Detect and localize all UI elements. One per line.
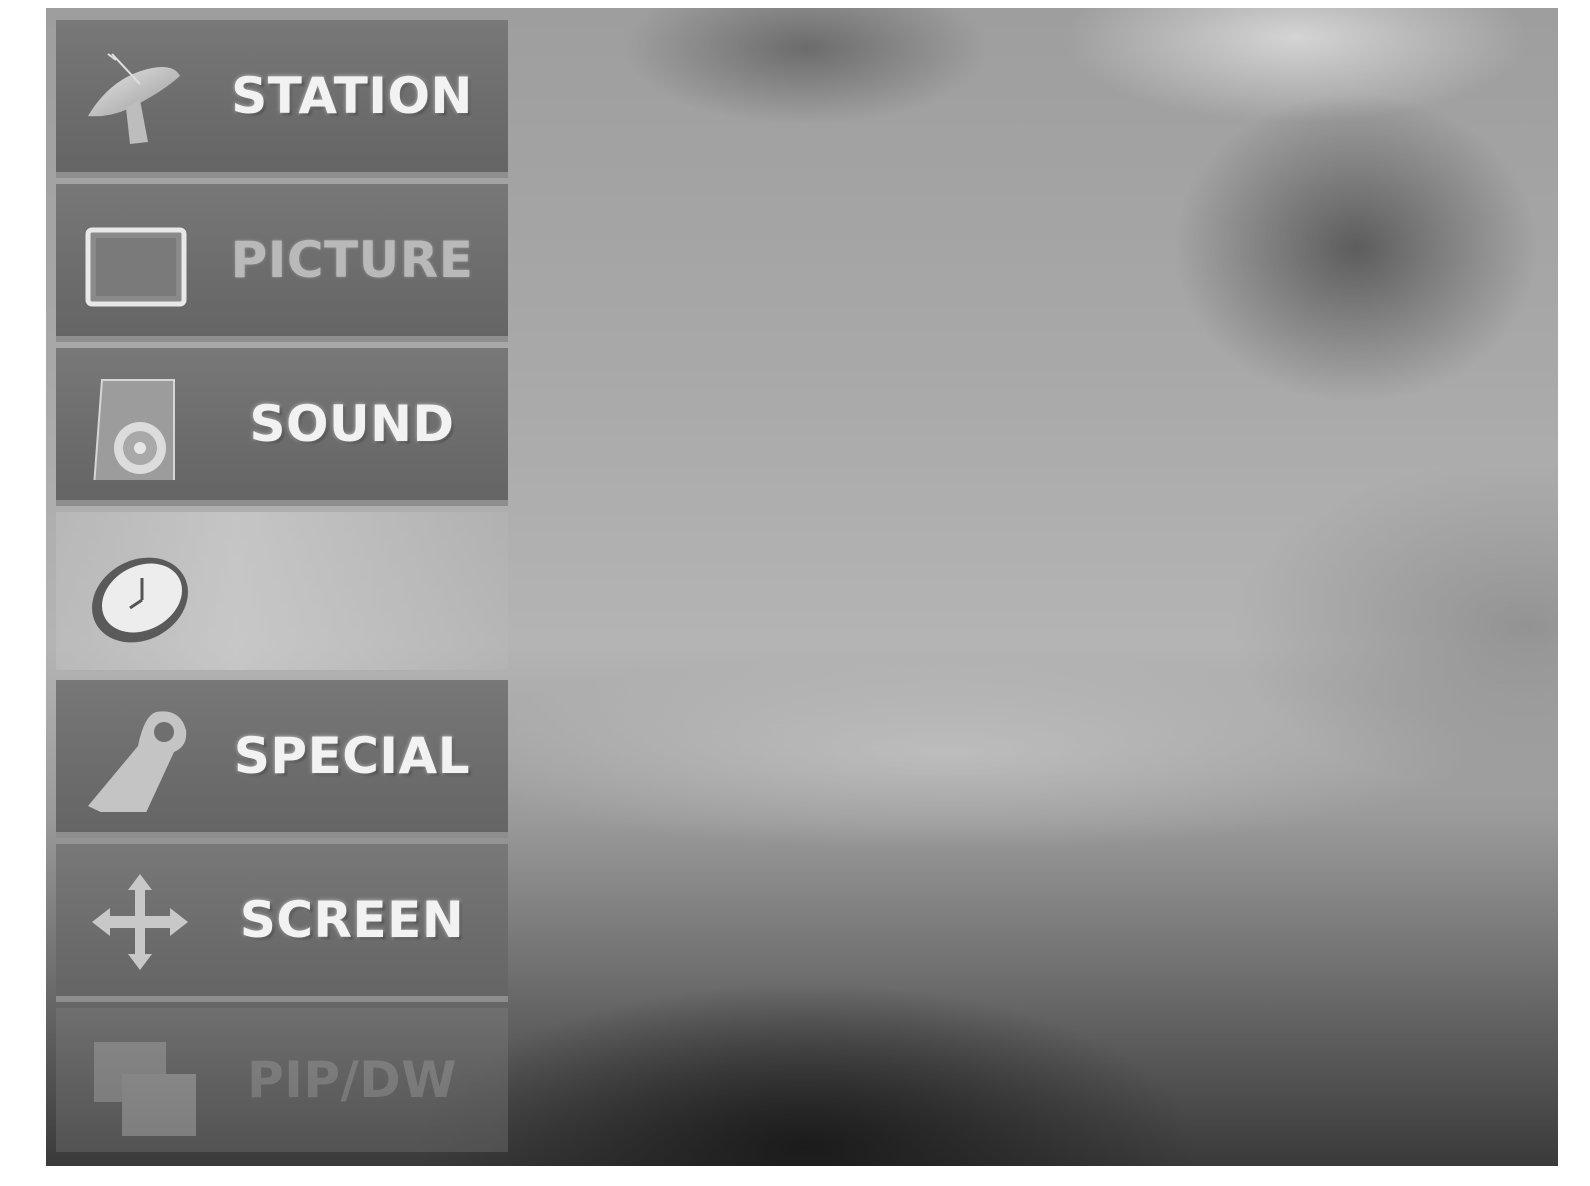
clock-icon	[82, 548, 198, 654]
menu-item-label: SPECIAL	[233, 727, 471, 785]
menu-item-label: SCREEN	[239, 891, 465, 949]
menu-item-pip-dw[interactable]: PIP/DW	[56, 1008, 508, 1152]
menu-item-label: STATION	[231, 67, 473, 125]
menu-item-sound[interactable]: SOUND	[56, 348, 508, 506]
menu-item-label: PICTURE	[230, 231, 474, 289]
speaker-icon	[82, 374, 198, 487]
move-arrows-icon	[82, 870, 198, 976]
menu-item-label	[196, 512, 508, 670]
menu-item-station[interactable]: STATION	[56, 20, 508, 178]
tag-icon	[82, 706, 198, 830]
pip-windows-icon	[82, 1034, 198, 1140]
menu-item-screen[interactable]: SCREEN	[56, 844, 508, 1002]
menu-item-label: SOUND	[249, 395, 455, 453]
picture-frame-icon	[82, 210, 198, 316]
satellite-dish-icon	[82, 46, 198, 152]
menu-item-label: PIP/DW	[247, 1051, 457, 1109]
menu-item-picture[interactable]: PICTURE	[56, 184, 508, 342]
osd-main-menu: STATION PICTURE SOUND SPECIAL SCREEN PIP…	[56, 20, 508, 1152]
menu-item-special[interactable]: SPECIAL	[56, 680, 508, 838]
menu-item-time[interactable]	[56, 512, 508, 670]
